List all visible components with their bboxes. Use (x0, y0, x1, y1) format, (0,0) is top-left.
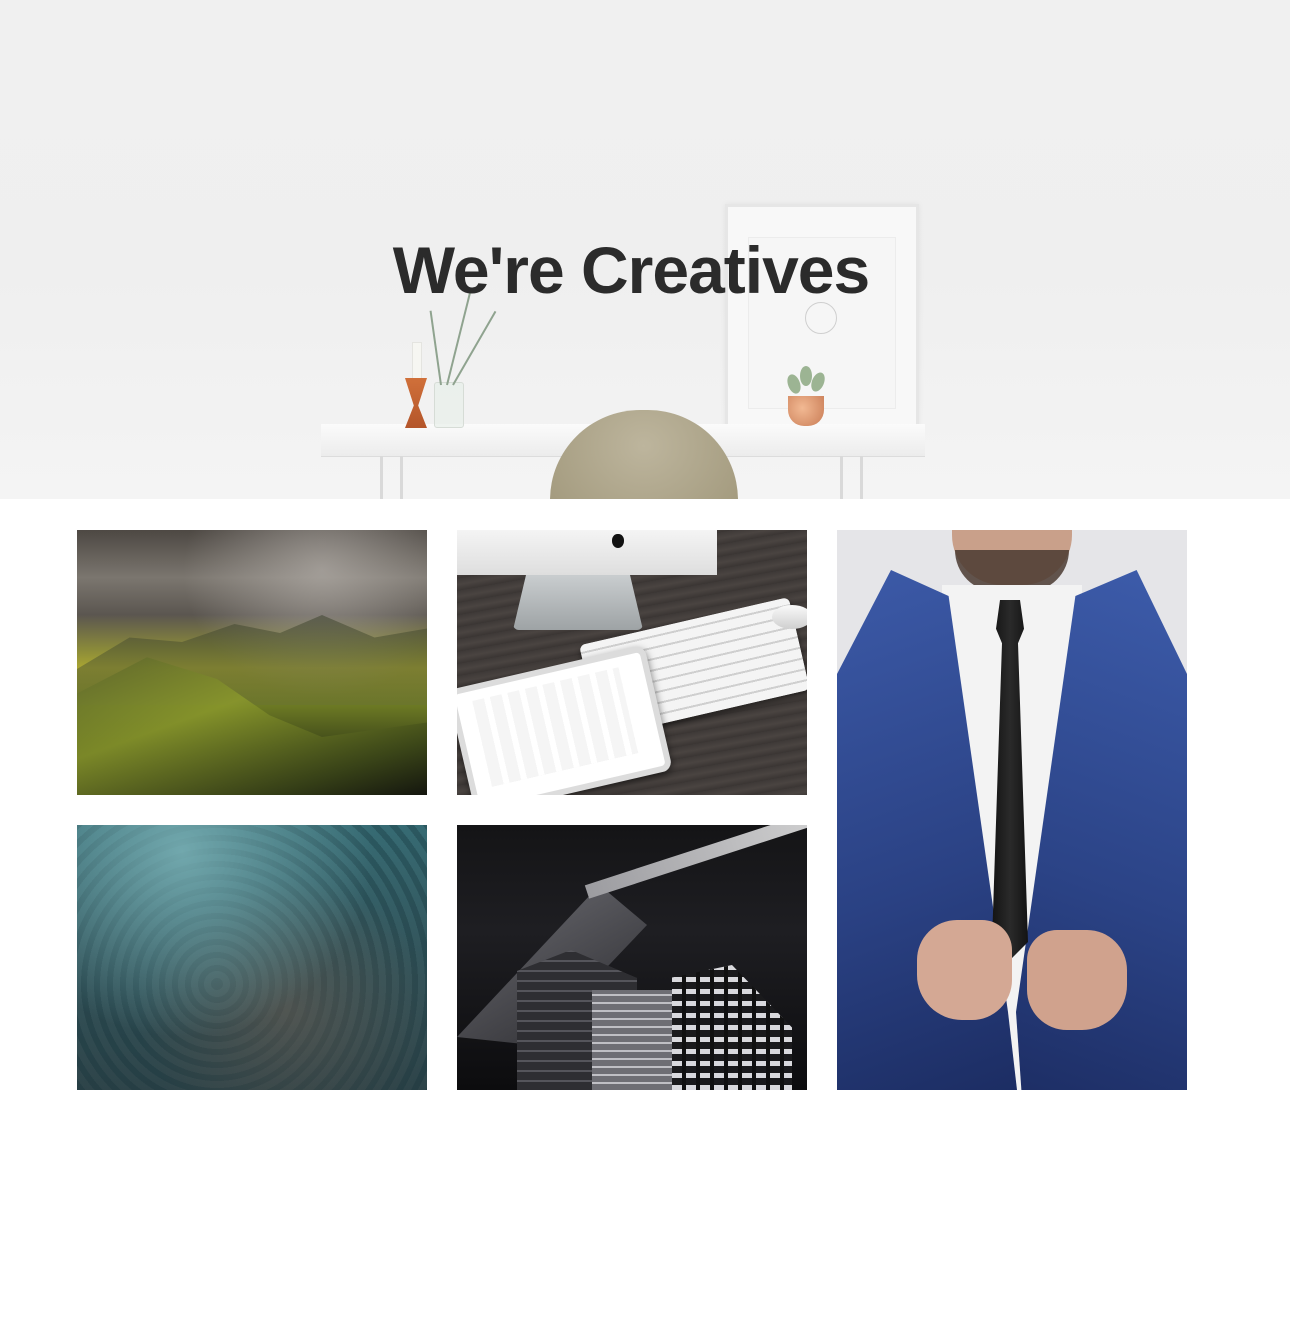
hero-banner: We're Creatives (0, 0, 1290, 499)
monitor-stand (513, 575, 643, 630)
hand-left (917, 920, 1012, 1020)
calendar-screen (472, 667, 639, 787)
desk-leg (860, 456, 863, 499)
desk-leg (840, 456, 843, 499)
page: We're Creatives (0, 0, 1290, 1337)
glass-jar (434, 382, 464, 428)
plant-stem (429, 310, 442, 386)
mouse-shape (772, 605, 807, 629)
candle-decor (412, 342, 422, 382)
building-beam (584, 825, 807, 899)
copper-candle-holder (405, 378, 427, 428)
building-tower (672, 965, 792, 1090)
copper-plant-pot (788, 396, 824, 426)
hand-right (1027, 930, 1127, 1030)
monitor-shape (457, 530, 717, 575)
hero-title: We're Creatives (392, 233, 870, 307)
plant-stem (452, 310, 497, 386)
apple-logo-icon (612, 534, 624, 548)
desk-workspace-photo[interactable] (457, 530, 807, 795)
mountain-landscape-photo[interactable] (77, 530, 427, 795)
aerial-terrain-photo[interactable] (77, 825, 427, 1090)
businessman-suit-photo[interactable] (837, 530, 1187, 1090)
desk-leg (400, 456, 403, 499)
dark-architecture-photo[interactable] (457, 825, 807, 1090)
building-tower (592, 990, 682, 1090)
desk-leg (380, 456, 383, 499)
tablet-shape (457, 644, 673, 795)
